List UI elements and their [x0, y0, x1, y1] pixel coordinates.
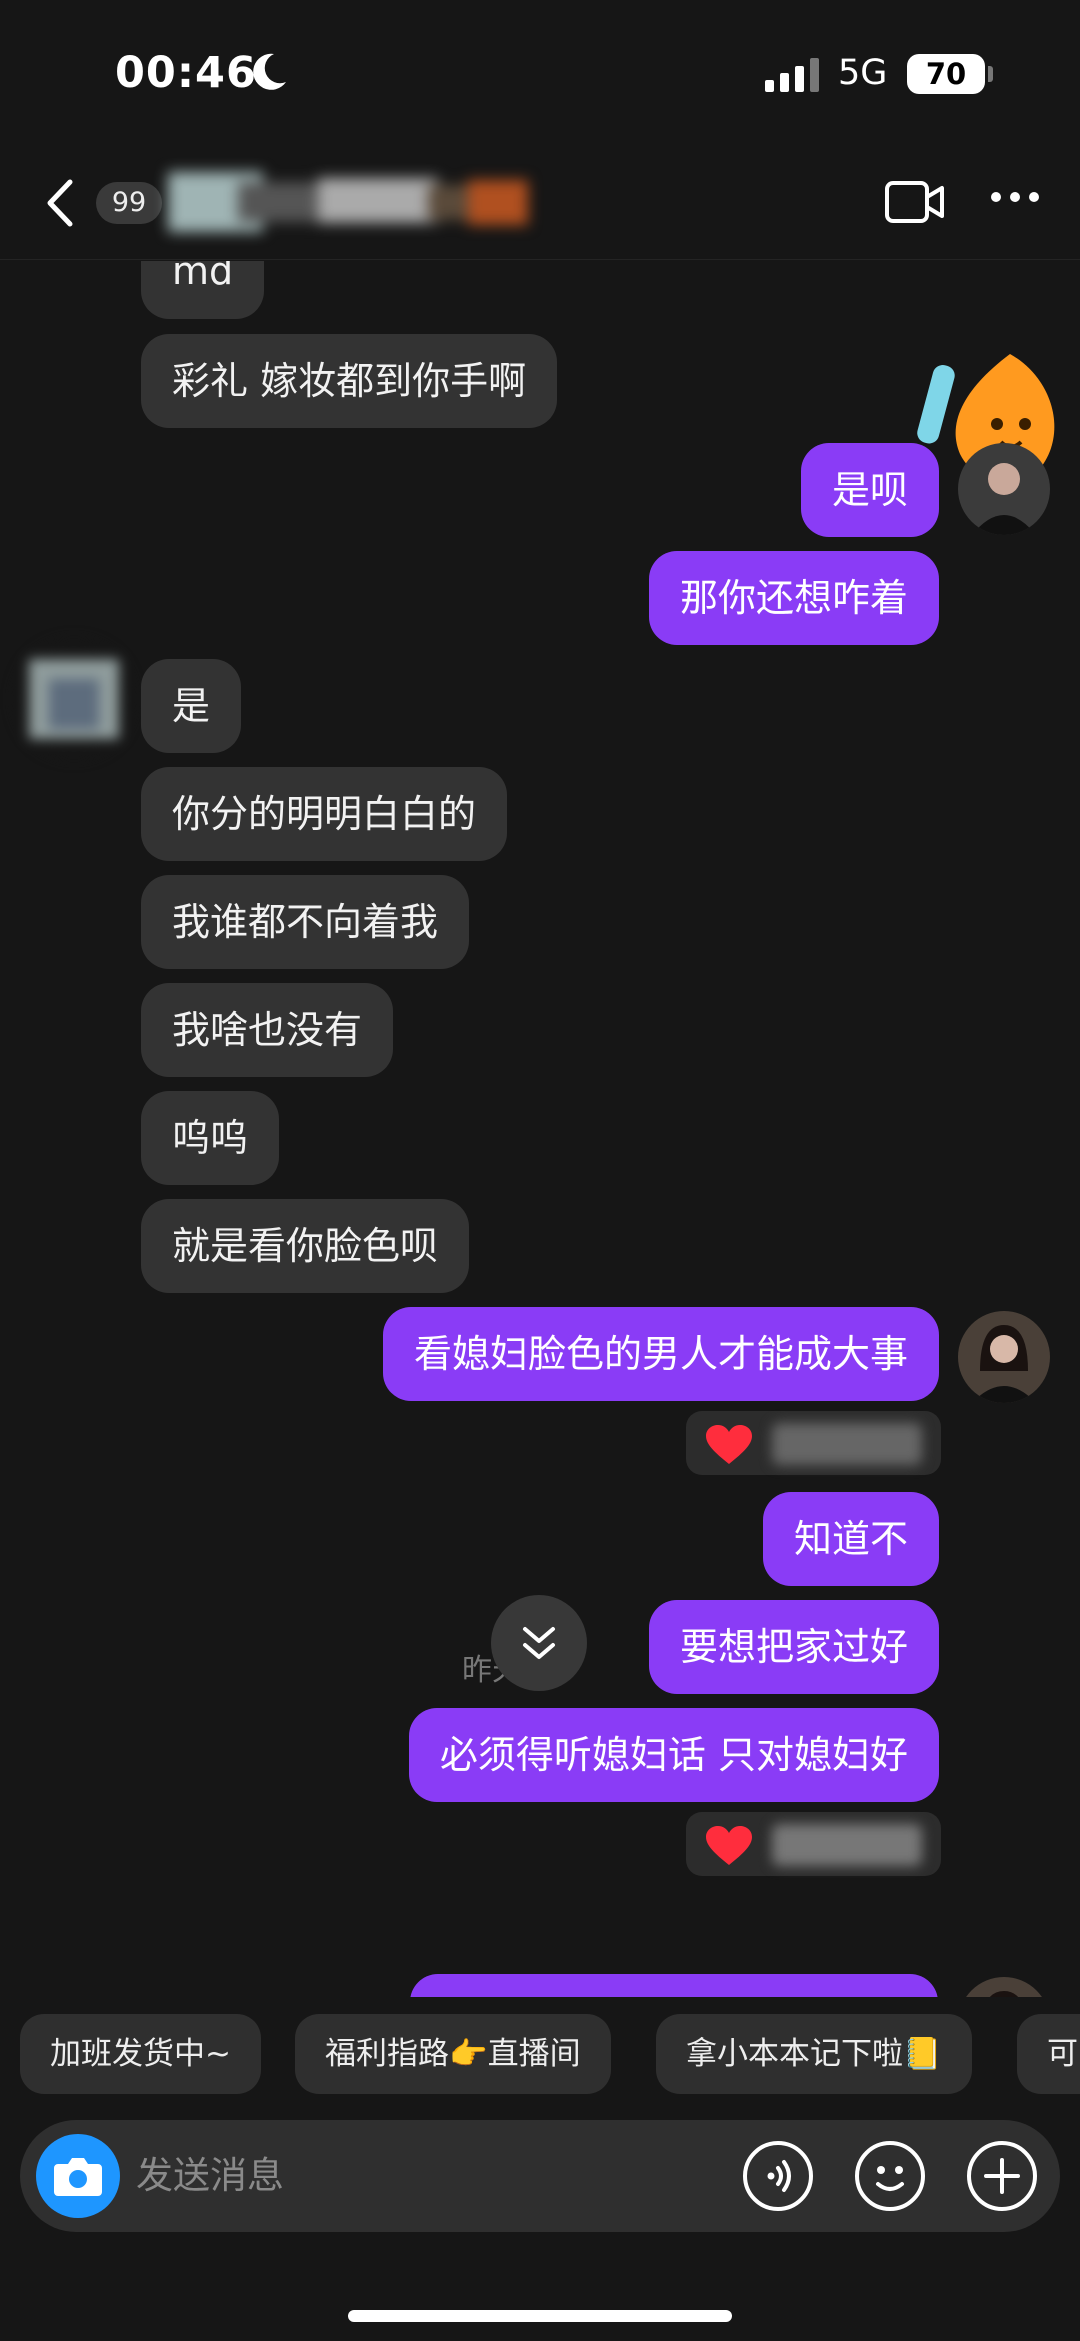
status-time: 00:46 — [115, 48, 257, 98]
message-bubble-outgoing[interactable]: 那你还想咋着 — [648, 551, 939, 645]
heart-reaction-icon — [706, 1826, 752, 1865]
contact-name-blurred[interactable] — [168, 160, 588, 245]
moon-icon — [253, 53, 286, 90]
chat-header: 99 — [0, 140, 1080, 260]
message-bubble-outgoing[interactable]: 要想把家过好 — [648, 1600, 939, 1694]
quick-reply-chip[interactable]: 加班发货中~ — [20, 2014, 261, 2094]
video-call-icon[interactable] — [884, 180, 946, 224]
message-bubble-outgoing[interactable]: 是呗 — [800, 443, 939, 537]
quick-reply-chip[interactable]: 可 — [1017, 2014, 1080, 2094]
message-bubble-incoming[interactable]: 我谁都不向着我 — [141, 875, 470, 969]
battery-level: 70 — [907, 54, 985, 94]
quick-reply-chip[interactable]: 福利指路👉直播间 — [295, 2014, 611, 2094]
message-bubble-incoming[interactable]: 我啥也没有 — [141, 983, 394, 1077]
heart-reaction-icon — [706, 1425, 752, 1464]
message-bubble-incoming[interactable]: 彩礼 嫁妆都到你手啊 — [141, 334, 558, 428]
message-input-bar: 发送消息 — [20, 2120, 1060, 2232]
message-input[interactable]: 发送消息 — [136, 2120, 284, 2232]
back-arrow-icon[interactable] — [40, 176, 80, 230]
message-bubble-incoming[interactable]: 是 — [141, 659, 242, 753]
home-indicator[interactable] — [348, 2310, 732, 2322]
network-type: 5G — [838, 53, 888, 93]
message-bubble-incoming[interactable]: md — [141, 261, 265, 319]
reaction-row[interactable] — [686, 1411, 941, 1475]
voice-message-icon[interactable] — [742, 2140, 814, 2212]
reactor-name-blurred — [772, 1824, 922, 1866]
message-bubble-incoming[interactable]: 就是看你脸色呗 — [141, 1199, 470, 1293]
quick-reply-chip[interactable]: 拿小本本记下啦📒 — [656, 2014, 972, 2094]
emoji-icon[interactable] — [854, 2140, 926, 2212]
scroll-to-bottom-button[interactable] — [491, 1595, 587, 1691]
my-avatar[interactable] — [958, 443, 1050, 535]
my-avatar[interactable] — [958, 1311, 1050, 1403]
cellular-signal-icon — [765, 58, 819, 92]
reactor-name-blurred — [772, 1423, 922, 1465]
double-chevron-down-icon — [523, 1627, 555, 1659]
message-bubble-incoming[interactable]: 你分的明明白白的 — [141, 767, 508, 861]
status-bar: 00:46 5G 70 — [0, 0, 1080, 140]
chat-message-list[interactable]: md 彩礼 嫁妆都到你手啊 是呗 那你还想咋着 是 你分的明明白白的 我谁都不向… — [0, 261, 1080, 1997]
battery-icon — [988, 66, 993, 82]
message-bubble-outgoing-partial[interactable] — [410, 1974, 938, 1997]
message-bubble-outgoing[interactable]: 知道不 — [762, 1492, 939, 1586]
plus-icon[interactable] — [966, 2140, 1038, 2212]
unread-count-badge: 99 — [96, 182, 162, 224]
quick-reply-bar[interactable]: 加班发货中~ 福利指路👉直播间 拿小本本记下啦📒 可 — [0, 2014, 1080, 2096]
message-bubble-incoming[interactable]: 呜呜 — [141, 1091, 280, 1185]
reaction-row[interactable] — [686, 1812, 941, 1876]
camera-button[interactable] — [36, 2134, 120, 2218]
message-bubble-outgoing[interactable]: 必须得听媳妇话 只对媳妇好 — [408, 1708, 939, 1802]
more-options-icon[interactable] — [990, 190, 1040, 204]
contact-avatar[interactable] — [14, 639, 134, 759]
my-avatar[interactable] — [958, 1977, 1050, 1997]
camera-icon — [54, 2158, 102, 2196]
message-bubble-outgoing[interactable]: 看媳妇脸色的男人才能成大事 — [382, 1307, 939, 1401]
